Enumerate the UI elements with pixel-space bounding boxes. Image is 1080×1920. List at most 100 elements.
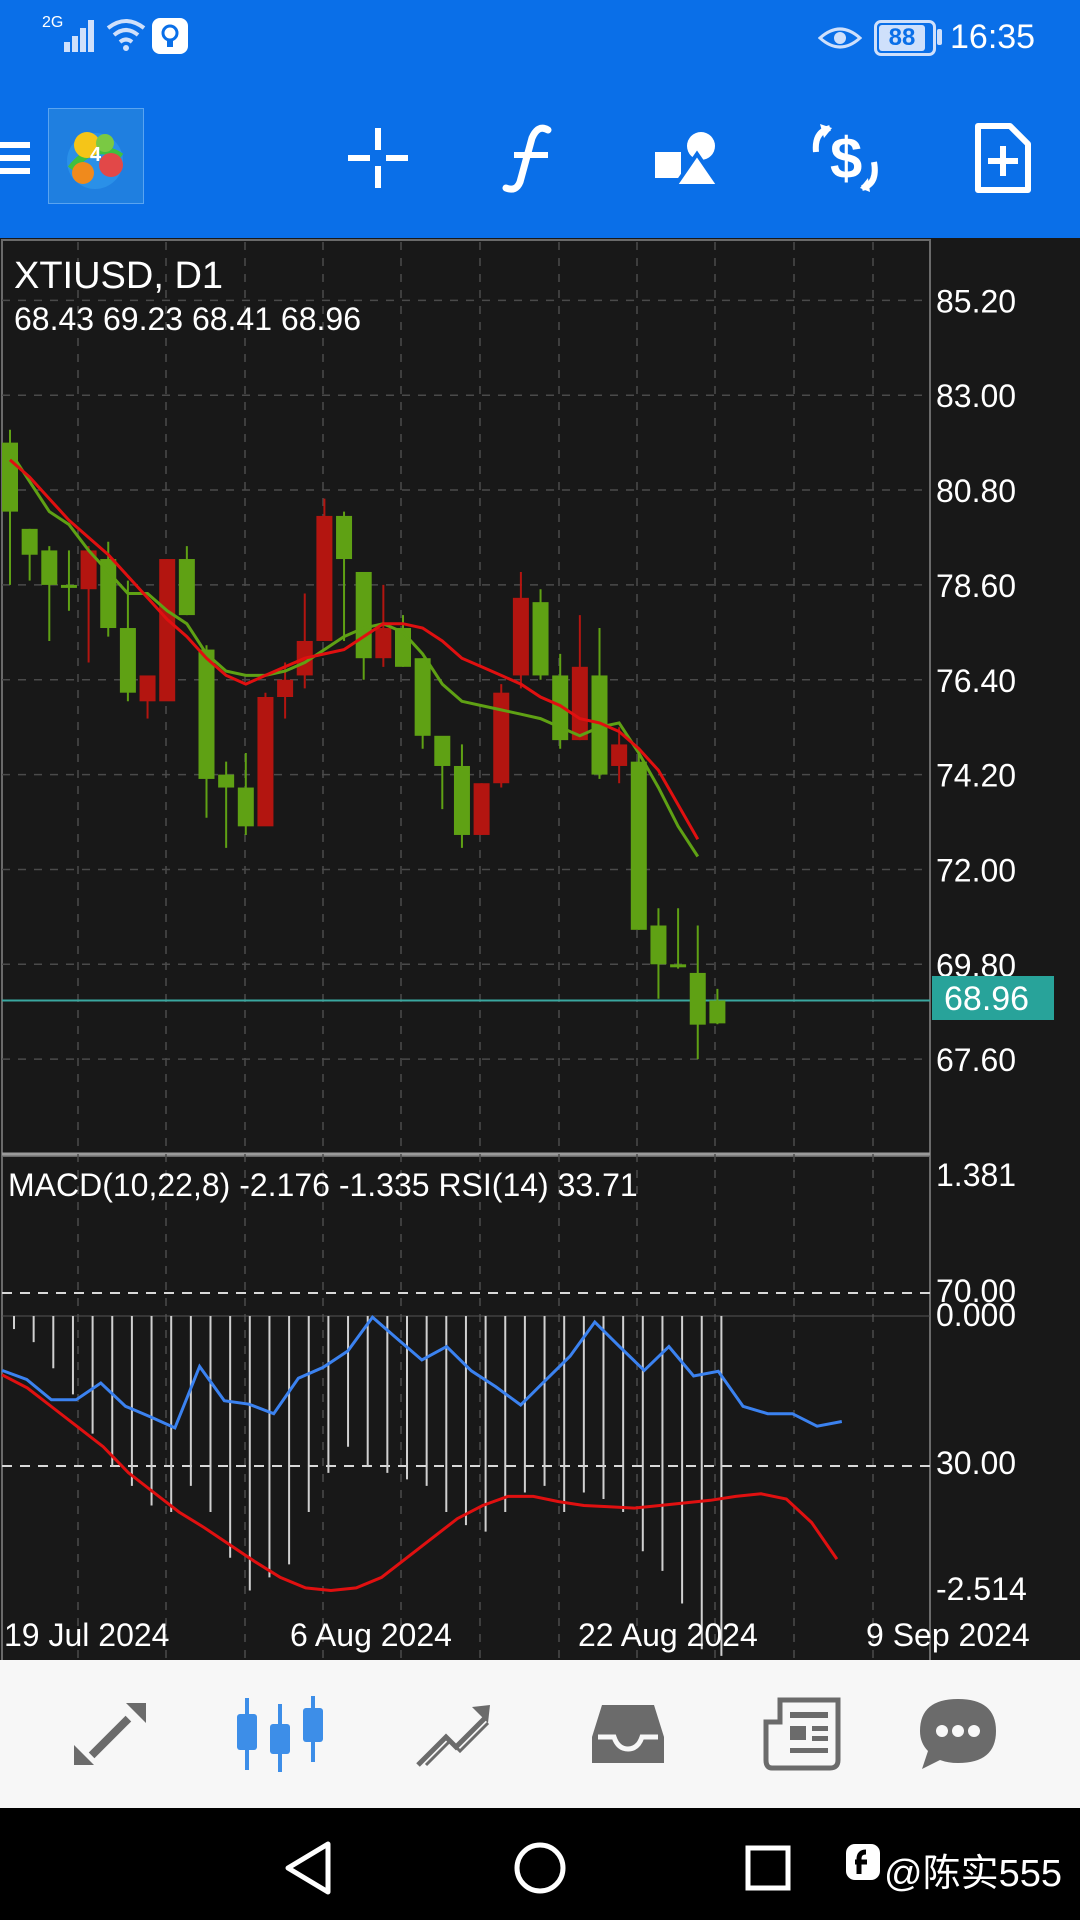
- candle-body: [414, 658, 431, 736]
- svg-text:$: $: [830, 126, 862, 191]
- candle: [237, 753, 254, 835]
- rsi-level-low-label: 30.00: [936, 1445, 1016, 1481]
- notification-icon: [152, 18, 188, 54]
- candle-body: [493, 692, 510, 784]
- candle: [41, 546, 58, 641]
- candle-body: [178, 559, 195, 616]
- candle: [532, 589, 549, 680]
- news-icon[interactable]: [750, 1682, 854, 1786]
- rsi-line: [1, 1314, 843, 1430]
- candle: [630, 753, 647, 930]
- candle-body: [218, 774, 235, 788]
- chart-icon[interactable]: [228, 1682, 332, 1786]
- objects-icon[interactable]: [648, 118, 728, 198]
- trade-nav-icon[interactable]: [402, 1682, 506, 1786]
- back-icon[interactable]: [268, 1828, 348, 1908]
- price-tick-label: 83.00: [936, 378, 1016, 414]
- date-label-1: 19 Jul 2024: [4, 1617, 169, 1653]
- messages-icon[interactable]: [906, 1682, 1010, 1786]
- app-logo[interactable]: 4: [48, 108, 144, 204]
- candle-body: [336, 515, 353, 560]
- price-tick-label: 80.80: [936, 473, 1016, 509]
- price-tick-label: 85.20: [936, 283, 1016, 319]
- candle: [80, 546, 97, 663]
- candle-body: [473, 783, 490, 835]
- home-icon[interactable]: [500, 1828, 580, 1908]
- toolbar: 4 $: [0, 78, 1080, 238]
- candle-body: [316, 515, 333, 641]
- clock: 16:35: [950, 18, 1036, 56]
- new-order-icon[interactable]: [962, 118, 1042, 198]
- candle-body: [512, 597, 529, 676]
- candle-body: [21, 528, 38, 555]
- trade-icon[interactable]: $: [806, 118, 886, 198]
- battery-tip: [937, 29, 942, 45]
- candle: [159, 559, 176, 702]
- indicator-label: MACD(10,22,8) -2.176 -1.335 RSI(14) 33.7…: [8, 1167, 638, 1203]
- candle-body: [689, 972, 706, 1025]
- candle: [473, 783, 490, 835]
- candle-body: [198, 649, 215, 779]
- candle: [316, 498, 333, 641]
- candle-body: [355, 571, 372, 659]
- candle: [218, 761, 235, 848]
- price-tick-label: 78.60: [936, 568, 1016, 604]
- candle: [414, 658, 431, 749]
- candle: [591, 628, 608, 779]
- watermark-text: @陈实555: [884, 1853, 1062, 1895]
- symbol-label: XTIUSD, D1: [14, 255, 223, 297]
- candle-body: [670, 964, 687, 968]
- candle-body: [277, 679, 294, 697]
- candle-body: [571, 666, 588, 741]
- indicator-tick-top: 1.381: [936, 1157, 1016, 1193]
- candle-body: [100, 559, 117, 629]
- wifi-icon: [104, 14, 148, 54]
- candle-body: [434, 735, 451, 766]
- candle-body: [532, 602, 549, 676]
- svg-text:4: 4: [90, 144, 102, 166]
- candle-body: [611, 744, 628, 766]
- battery-level: 88: [879, 25, 925, 51]
- battery-icon: 88: [874, 20, 936, 56]
- candle: [336, 511, 353, 641]
- chart-area[interactable]: 85.20 83.00 80.80 78.60 76.40 74.20 72.00 69.80…: [0, 238, 1080, 1847]
- recents-icon[interactable]: [728, 1828, 808, 1908]
- candle: [512, 571, 529, 689]
- status-bar: 2G 88 16:35: [0, 0, 1080, 78]
- candle-body: [257, 697, 274, 827]
- candle-body: [237, 787, 254, 827]
- chart-canvas[interactable]: 85.2083.0080.8078.6076.4074.2072.0069.80…: [0, 238, 1080, 1847]
- candle: [60, 550, 77, 611]
- candle-body: [41, 550, 58, 585]
- indicator-tick-zero: 0.000: [936, 1297, 1016, 1333]
- candle: [552, 653, 569, 749]
- candle-body: [453, 765, 470, 835]
- ma-fast-line: [8, 450, 700, 858]
- candle: [453, 744, 470, 848]
- candle: [119, 580, 136, 702]
- network-type-label: 2G: [42, 14, 64, 31]
- history-icon[interactable]: [576, 1682, 680, 1786]
- candle-body: [139, 675, 156, 702]
- candle-body: [630, 761, 647, 930]
- price-tick-label: 74.20: [936, 758, 1016, 794]
- candle-body: [119, 628, 136, 693]
- date-label-2: 6 Aug 2024: [290, 1617, 452, 1653]
- watermark-logo-icon: [844, 1842, 882, 1882]
- crosshair-icon[interactable]: [338, 118, 418, 198]
- candle: [257, 692, 274, 827]
- indicator-tick-bottom: -2.514: [936, 1571, 1027, 1607]
- candle: [709, 988, 726, 1025]
- quotes-icon[interactable]: [58, 1682, 162, 1786]
- candle-body: [60, 584, 77, 588]
- menu-icon[interactable]: [0, 134, 32, 182]
- candle: [689, 925, 706, 1060]
- candle-body: [159, 559, 176, 702]
- date-label-3: 22 Aug 2024: [578, 1617, 758, 1653]
- price-tick-label: 67.60: [936, 1042, 1016, 1078]
- candle: [178, 546, 195, 616]
- current-price-label: 68.96: [944, 980, 1029, 1018]
- indicators-icon[interactable]: [492, 118, 572, 198]
- candle: [434, 735, 451, 810]
- candle: [670, 908, 687, 969]
